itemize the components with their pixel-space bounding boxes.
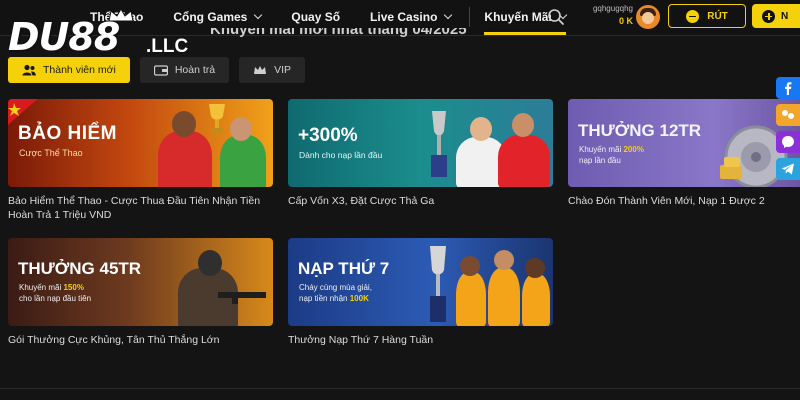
promo-banner[interactable]: BẢO HIỂM Cược Thể Thao [8, 99, 273, 187]
player-graphic [498, 135, 550, 187]
player-head-graphic [525, 258, 545, 278]
users-icon [22, 64, 36, 76]
messenger-button[interactable] [776, 131, 800, 153]
promo-tabs: Thành viên mới Hoàn trả VIP [8, 57, 315, 83]
promo-card[interactable]: BẢO HIỂM Cược Thể Thao Bảo Hiểm Thể Thao… [8, 99, 273, 222]
banner-subtitle-text: nạp tiền nhận [299, 294, 350, 303]
player-graphic [220, 135, 266, 187]
rifle-icon [218, 292, 266, 304]
group-chat-icon [782, 110, 794, 119]
facebook-icon [785, 82, 792, 95]
logo-text: DU88 [8, 15, 120, 59]
banner-title: THƯỞNG 12TR [578, 121, 702, 140]
account-balance: 0 K [618, 16, 633, 26]
wallet-icon [153, 65, 168, 76]
promo-banner[interactable]: NẠP THỨ 7 Cháy cùng mùa giải, nạp tiền n… [288, 238, 553, 326]
avatar-face [642, 12, 654, 24]
banner-subtitle-text: nạp lần đầu [579, 156, 621, 165]
account-info[interactable]: gqhgugqhg 0 K [583, 4, 633, 26]
site-logo[interactable]: DU88 .LLC [8, 8, 188, 62]
chevron-down-icon [254, 10, 263, 20]
player-head-graphic [230, 117, 252, 141]
player-head-graphic [172, 111, 196, 137]
promo-title[interactable]: Gói Thưởng Cực Khủng, Tân Thủ Thắng Lớn [8, 333, 273, 347]
crown-icon [108, 8, 134, 22]
deposit-button[interactable]: N [752, 4, 800, 28]
promo-card[interactable]: THƯỞNG 12TR Khuyến mãi 200% nạp lần đầu … [568, 99, 800, 208]
withdraw-button[interactable]: RÚT [668, 4, 746, 28]
section-divider [0, 388, 800, 389]
avatar[interactable] [636, 5, 660, 29]
telegram-button[interactable] [776, 158, 800, 180]
facebook-button[interactable] [776, 77, 800, 99]
player-graphic [158, 131, 212, 187]
tab-vip[interactable]: VIP [239, 57, 306, 83]
flag-graphic [8, 99, 38, 125]
player-graphic [488, 268, 520, 326]
deposit-label: N [781, 10, 789, 22]
trophy-icon [431, 111, 447, 177]
telegram-icon [781, 163, 794, 175]
trophy-icon [209, 104, 225, 133]
banner-subtitle-text: cho lần nạp đầu tiên [19, 294, 92, 303]
chevron-down-icon [444, 10, 453, 20]
soldier-head-graphic [198, 250, 222, 276]
crown-icon [254, 66, 267, 74]
banner-subtitle: Khuyến mãi 150% cho lần nạp đầu tiên [19, 282, 91, 304]
tab-label: Hoàn trả [174, 64, 216, 76]
group-chat-button[interactable] [776, 104, 800, 126]
nav-divider [469, 7, 471, 27]
nav-label: Quay Số [291, 10, 341, 24]
withdraw-label: RÚT [707, 10, 728, 22]
player-graphic [522, 274, 550, 326]
nav-label: Cổng Games [173, 10, 248, 24]
trophy-icon [430, 246, 446, 322]
promo-title[interactable]: Bảo Hiểm Thể Thao - Cược Thua Đầu Tiên N… [8, 194, 273, 222]
nav-label: Live Casino [370, 10, 438, 24]
tab-label: Thành viên mới [43, 64, 116, 76]
plus-circle-icon [762, 9, 775, 23]
banner-title: THƯỞNG 45TR [18, 259, 142, 278]
promo-banner[interactable]: +300% Dành cho nạp lần đầu [288, 99, 553, 187]
banner-subtitle: Cháy cùng mùa giải, nạp tiền nhận 100K [299, 282, 372, 304]
player-head-graphic [460, 256, 480, 276]
account-name: gqhgugqhg [592, 4, 633, 13]
promo-card[interactable]: THƯỞNG 45TR Khuyến mãi 150% cho lần nạp … [8, 238, 273, 347]
promo-banner[interactable]: THƯỞNG 45TR Khuyến mãi 150% cho lần nạp … [8, 238, 273, 326]
banner-title: +300% [298, 125, 358, 146]
tab-label: VIP [274, 64, 292, 76]
promo-card[interactable]: +300% Dành cho nạp lần đầu Cấp Vốn X3, Đ… [288, 99, 553, 208]
promo-title[interactable]: Thưởng Nạp Thứ 7 Hàng Tuần [288, 333, 553, 347]
messenger-icon [782, 136, 794, 148]
player-head-graphic [470, 117, 492, 141]
nav-label: Khuyến Mãi [484, 10, 552, 24]
minus-circle-icon [686, 9, 700, 23]
promo-banner[interactable]: THƯỞNG 12TR Khuyến mãi 200% nạp lần đầu [568, 99, 800, 187]
banner-subtitle-text: Khuyến mãi [579, 145, 624, 154]
promo-title[interactable]: Chào Đón Thành Viên Mới, Nạp 1 Được 2 [568, 194, 800, 208]
banner-title: BẢO HIỂM [18, 123, 117, 144]
promo-card[interactable]: NẠP THỨ 7 Cháy cùng mùa giải, nạp tiền n… [288, 238, 553, 347]
page-title: Khuyến mãi mới nhất tháng 04/2025 [210, 28, 467, 38]
promo-title[interactable]: Cấp Vốn X3, Đặt Cược Thả Ga [288, 194, 553, 208]
banner-highlight: 200% [623, 145, 644, 154]
banner-highlight: 150% [63, 283, 84, 292]
tab-hoan-tra[interactable]: Hoàn trả [139, 57, 230, 83]
banner-subtitle-text: Khuyến mãi [19, 283, 64, 292]
player-graphic [456, 272, 486, 326]
logo-domain: .LLC [146, 36, 189, 57]
banner-subtitle: Cược Thể Thao [19, 148, 83, 158]
player-head-graphic [494, 250, 514, 270]
tab-thanh-vien-moi[interactable]: Thành viên mới [8, 57, 130, 83]
banner-title: NẠP THỨ 7 [298, 259, 390, 278]
banner-subtitle: Khuyến mãi 200% nạp lần đầu [579, 144, 644, 166]
search-icon[interactable] [547, 8, 565, 26]
player-head-graphic [512, 113, 534, 137]
banner-subtitle-text: Cháy cùng mùa giải, [299, 283, 372, 292]
banner-subtitle: Dành cho nạp lần đầu [299, 150, 383, 160]
banner-highlight: 100K [349, 294, 369, 303]
